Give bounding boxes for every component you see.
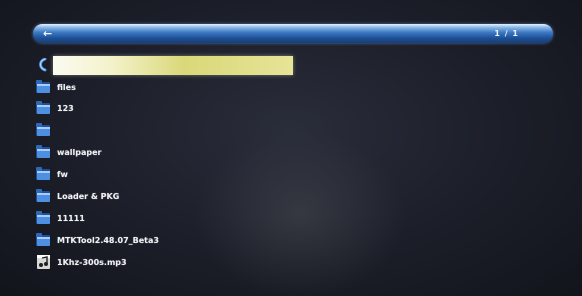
list-item-label: wallpaper bbox=[57, 148, 102, 157]
back-icon[interactable]: ← bbox=[43, 26, 52, 41]
folder-icon bbox=[36, 167, 50, 180]
folder-icon bbox=[36, 145, 50, 158]
list-item-label bbox=[53, 64, 59, 73]
list-item-label: 1Khz-300s.mp3 bbox=[57, 258, 127, 267]
list-item-label: 11111 bbox=[57, 214, 85, 223]
list-item-label: fw bbox=[57, 170, 68, 179]
folder-icon bbox=[36, 189, 50, 202]
music-file-icon bbox=[37, 255, 50, 269]
list-item-label: 123 bbox=[57, 104, 74, 113]
list-item-label: Loader & PKG bbox=[57, 192, 120, 201]
return-arrow-icon bbox=[39, 58, 47, 72]
path-bar[interactable]: ← 1 / 1 bbox=[33, 24, 553, 43]
page-indicator: 1 / 1 bbox=[494, 29, 519, 38]
selected-item-highlight[interactable] bbox=[53, 56, 293, 75]
list-item-label: MTKTool2.48.07_Beta3 bbox=[57, 236, 159, 245]
folder-icon bbox=[36, 211, 50, 224]
folder-icon bbox=[36, 80, 50, 93]
folder-icon bbox=[36, 123, 50, 136]
folder-icon bbox=[36, 101, 50, 114]
folder-icon bbox=[36, 233, 50, 246]
tv-screen: ← 1 / 1 files 123 wallpaper fw Loader & … bbox=[0, 0, 582, 296]
list-item-label: files bbox=[57, 83, 76, 92]
